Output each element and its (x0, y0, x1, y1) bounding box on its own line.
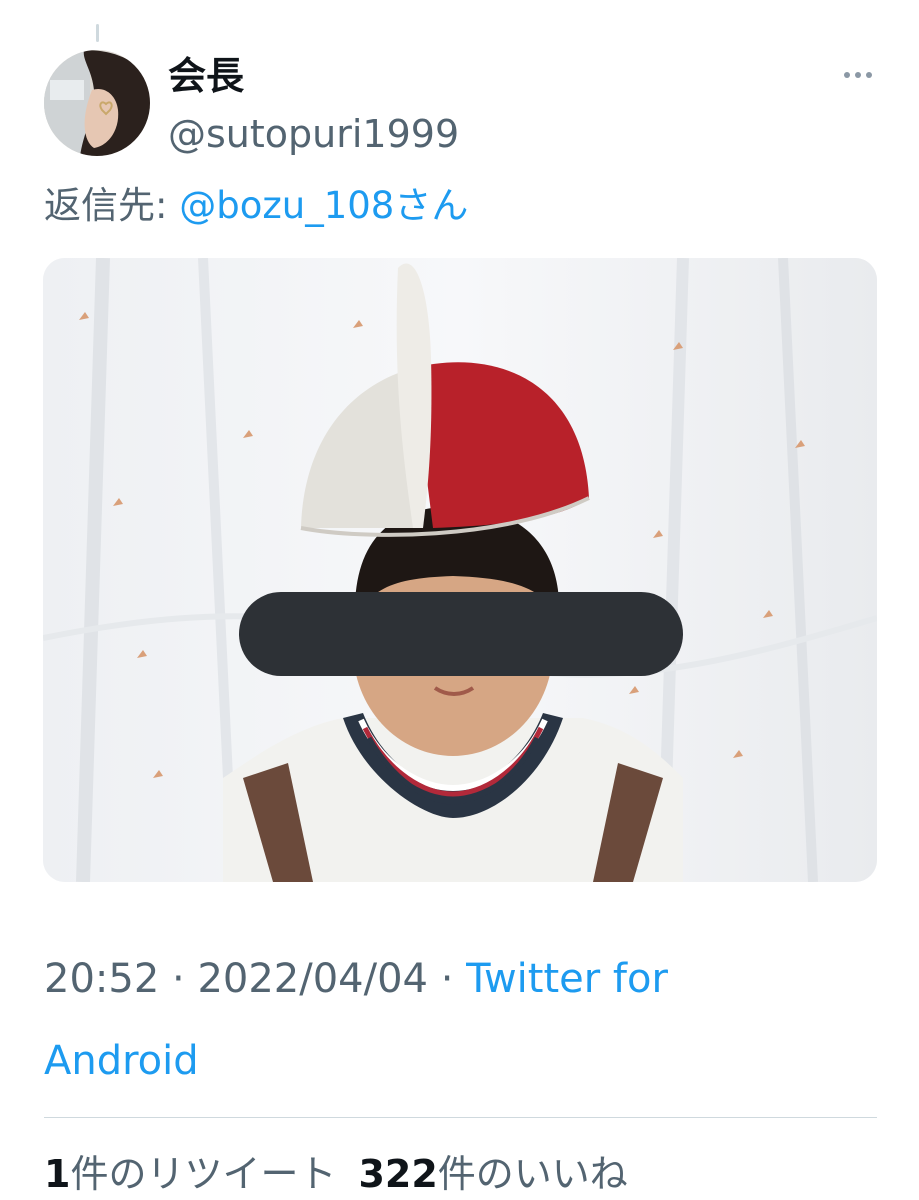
reply-context: 返信先: @bozu_108さん (44, 180, 468, 232)
tweet-time[interactable]: 20:52 (44, 956, 159, 1002)
like-label: 件のいいね (437, 1152, 628, 1196)
meta-separator-1: · (159, 956, 198, 1002)
avatar-photo (44, 50, 150, 156)
more-horizontal-icon (844, 72, 872, 78)
divider (44, 1117, 877, 1118)
reply-prefix: 返信先: (44, 184, 180, 227)
author-handle[interactable]: @sutopuri1999 (168, 108, 459, 160)
photo-image (43, 258, 877, 882)
author-display-name[interactable]: 会長 (168, 50, 244, 102)
meta-separator-2: · (427, 956, 467, 1002)
thread-connector-line (96, 24, 99, 42)
tweet-date[interactable]: 2022/04/04 (197, 956, 428, 1002)
retweets-stat[interactable]: 1件のリツイート (44, 1152, 336, 1196)
tweet-metadata: 20:52 · 2022/04/04 · Twitter for Android (44, 938, 804, 1102)
engagement-stats: 1件のリツイート 322件のいいね (44, 1148, 628, 1200)
retweet-count: 1 (44, 1152, 71, 1196)
likes-stat[interactable]: 322件のいいね (358, 1152, 627, 1196)
tweet-media-photo[interactable] (43, 258, 877, 882)
avatar[interactable] (44, 50, 150, 156)
retweet-label: 件のリツイート (70, 1152, 337, 1196)
reply-to-mention[interactable]: @bozu_108さん (179, 184, 468, 227)
more-options-button[interactable] (834, 60, 882, 90)
like-count: 322 (358, 1152, 438, 1196)
